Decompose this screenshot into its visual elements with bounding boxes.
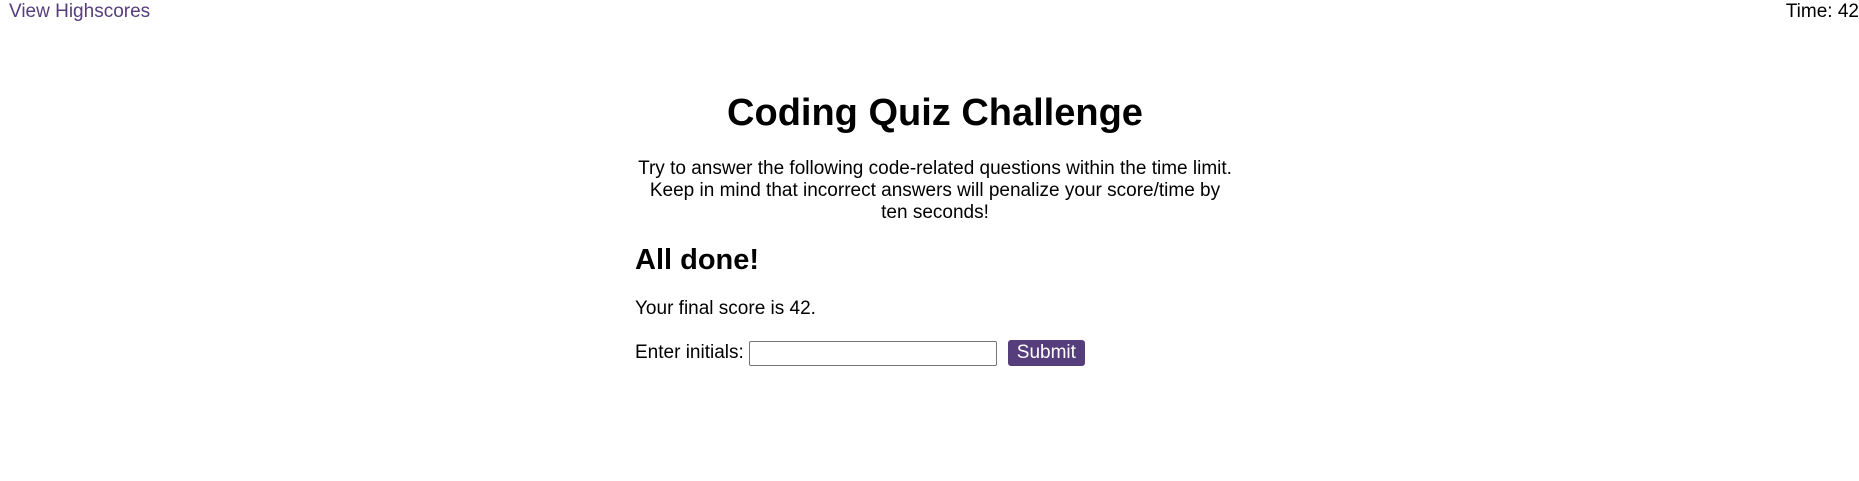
initials-input[interactable]: [748, 340, 997, 366]
intro-text: Try to answer the following code-related…: [638, 158, 1232, 223]
view-highscores-link[interactable]: View Highscores: [9, 1, 150, 23]
page-title: Coding Quiz Challenge: [727, 92, 1143, 134]
quiz-container: Coding Quiz Challenge Try to answer the …: [635, 88, 1235, 366]
final-score-text: Your final score is 42.: [635, 298, 816, 319]
top-bar: View Highscores Time: 42: [0, 0, 1859, 26]
timer: Time: 42: [1785, 1, 1859, 22]
initials-form: Enter initials: Submit: [635, 340, 1235, 366]
submit-button[interactable]: Submit: [1007, 340, 1085, 366]
initials-label: Enter initials:: [635, 342, 744, 363]
all-done-heading: All done!: [635, 244, 760, 276]
